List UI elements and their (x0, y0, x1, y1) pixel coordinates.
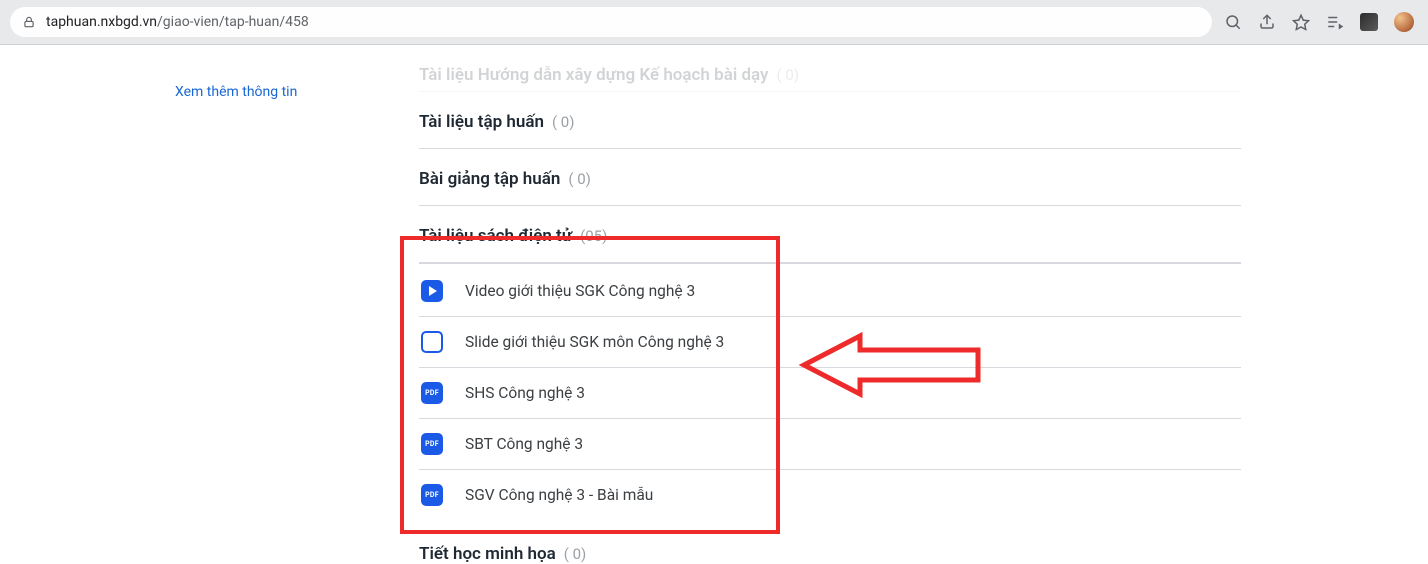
section-title: Tài liệu tập huấn (419, 112, 544, 132)
ebook-item[interactable]: PDF SGV Công nghệ 3 - Bài mẫu (419, 470, 1241, 520)
ebook-title: SGV Công nghệ 3 - Bài mẫu (465, 486, 653, 504)
section-title: Tài liệu Hướng dẫn xây dựng Kế hoạch bài… (419, 65, 769, 85)
ebook-title: Slide giới thiệu SGK môn Công nghệ 3 (465, 333, 724, 351)
section-demo-lessons[interactable]: Tiết học minh họa ( 0) (419, 524, 1241, 564)
section-count: ( 0) (564, 545, 587, 563)
ebook-item[interactable]: Slide giới thiệu SGK môn Công nghệ 3 (419, 317, 1241, 368)
video-icon (421, 280, 443, 302)
pdf-icon: PDF (421, 433, 443, 455)
pdf-icon: PDF (421, 382, 443, 404)
url-path: /giao-vien/tap-huan/458 (157, 14, 309, 30)
pdf-icon: PDF (421, 484, 443, 506)
ebook-list: Video giới thiệu SGK Công nghệ 3 Slide g… (419, 266, 1241, 520)
page-content: Xem thêm thông tin Tài liệu Hướng dẫn xâ… (0, 45, 1428, 529)
main-column: Tài liệu Hướng dẫn xây dựng Kế hoạch bài… (419, 45, 1241, 564)
zoom-icon[interactable] (1224, 13, 1242, 31)
profile-avatar[interactable] (1394, 12, 1414, 32)
more-info-link[interactable]: Xem thêm thông tin (175, 84, 297, 100)
section-count: (05) (580, 227, 607, 245)
browser-action-icons (1224, 12, 1414, 32)
section-guidance-docs: Tài liệu Hướng dẫn xây dựng Kế hoạch bài… (419, 45, 1241, 92)
browser-address-bar: taphuan.nxbgd.vn/giao-vien/tap-huan/458 (0, 0, 1428, 45)
section-title: Tài liệu sách điện tử (419, 226, 572, 246)
section-count: ( 0) (776, 66, 799, 84)
star-icon[interactable] (1292, 13, 1310, 31)
slide-icon (421, 331, 443, 353)
ebook-item[interactable]: Video giới thiệu SGK Công nghệ 3 (419, 266, 1241, 317)
ebook-item[interactable]: PDF SHS Công nghệ 3 (419, 368, 1241, 419)
section-training-lectures[interactable]: Bài giảng tập huấn ( 0) (419, 149, 1241, 206)
section-ebooks[interactable]: Tài liệu sách điện tử (05) Video giới th… (419, 206, 1241, 524)
ebook-item[interactable]: PDF SBT Công nghệ 3 (419, 419, 1241, 470)
share-icon[interactable] (1258, 13, 1276, 31)
section-count: ( 0) (568, 170, 591, 188)
ebook-title: SHS Công nghệ 3 (465, 384, 585, 402)
sidebar: Xem thêm thông tin (175, 81, 297, 100)
section-title: Bài giảng tập huấn (419, 169, 560, 189)
lock-icon (22, 15, 36, 29)
omnibox[interactable]: taphuan.nxbgd.vn/giao-vien/tap-huan/458 (10, 7, 1212, 37)
section-count: ( 0) (552, 113, 575, 131)
ebook-title: Video giới thiệu SGK Công nghệ 3 (465, 282, 695, 300)
section-title: Tiết học minh họa (419, 544, 556, 564)
extension-icon[interactable] (1360, 13, 1378, 31)
extension-playlist-icon[interactable] (1326, 13, 1344, 31)
ebook-title: SBT Công nghệ 3 (465, 435, 583, 453)
url-host: taphuan.nxbgd.vn (46, 14, 157, 30)
section-training-docs[interactable]: Tài liệu tập huấn ( 0) (419, 92, 1241, 149)
